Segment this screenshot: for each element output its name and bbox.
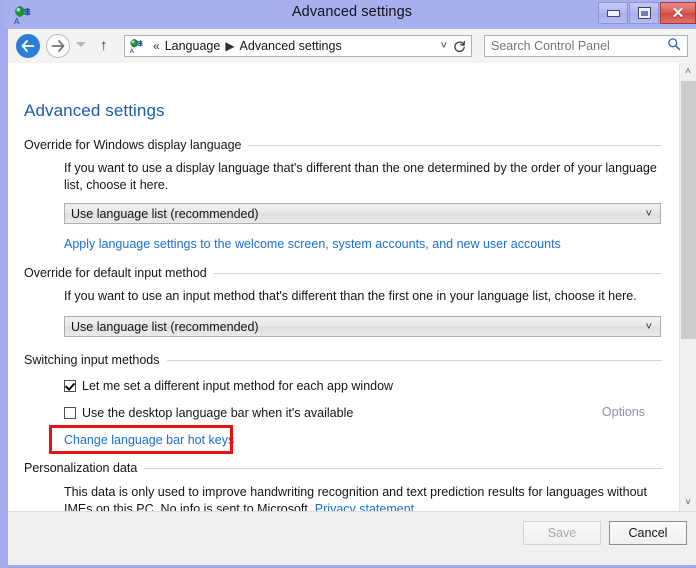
breadcrumb-overflow[interactable]: «	[153, 39, 160, 53]
title-bar: A Advanced settings ✕	[4, 0, 696, 29]
section-label-text: Personalization data	[24, 461, 138, 475]
chevron-down-icon: ˅	[645, 320, 652, 333]
display-language-combo-value: Use language list (recommended)	[71, 206, 259, 221]
checkbox-different-input-method[interactable]	[64, 380, 76, 392]
breadcrumb-separator-icon: ▶	[225, 39, 235, 53]
navigation-bar: ↑ A « Language ▶ Advanced settings ˅	[8, 29, 696, 64]
advanced-settings-window: A Advanced settings ✕ ↑ A « Language ▶ A…	[0, 0, 696, 568]
section-rule	[144, 467, 662, 469]
svg-text:A: A	[130, 47, 135, 54]
checkbox-desktop-language-bar[interactable]	[64, 407, 76, 419]
save-button[interactable]: Save	[523, 521, 601, 545]
maximize-icon	[637, 7, 651, 19]
section-label-text: Override for default input method	[24, 266, 207, 280]
welcome-screen-link-wrap: Apply language settings to the welcome s…	[24, 235, 662, 253]
minimize-button[interactable]	[598, 2, 628, 24]
section-switching-input-methods: Switching input methods	[24, 353, 662, 367]
section-rule	[166, 359, 662, 361]
input-method-combo-wrap: Use language list (recommended) ˅	[24, 316, 662, 337]
checkbox-language-bar-label: Use the desktop language bar when it's a…	[82, 406, 354, 420]
scroll-down-icon[interactable]: ˅	[680, 494, 696, 511]
maximize-button[interactable]	[629, 2, 659, 24]
display-language-description: If you want to use a display language th…	[64, 161, 657, 192]
dialog-footer: Save Cancel	[8, 511, 696, 565]
window-controls: ✕	[597, 2, 696, 27]
section-label: Override for Windows display language	[24, 138, 662, 152]
checkbox-row-desktop-language-bar: Use the desktop language bar when it's a…	[24, 405, 662, 421]
breadcrumb-item-language[interactable]: Language	[165, 39, 221, 53]
refresh-button[interactable]	[448, 35, 472, 57]
display-language-combo-wrap: Use language list (recommended) ˅	[24, 203, 662, 224]
scroll-up-icon[interactable]: ˄	[680, 63, 696, 80]
close-button[interactable]: ✕	[660, 2, 696, 24]
display-language-combobox[interactable]: Use language list (recommended) ˅	[64, 203, 661, 224]
section-display-language: Override for Windows display language	[24, 138, 662, 152]
section-label: Override for default input method	[24, 266, 662, 280]
search-icon[interactable]	[667, 37, 681, 56]
personalization-description-wrap: This data is only used to improve handwr…	[64, 484, 662, 511]
hotkeys-link-wrap: Change language bar hot keys	[24, 431, 662, 449]
section-label: Switching input methods	[24, 353, 662, 367]
section-rule	[213, 272, 662, 274]
default-input-method-description: If you want to use an input method that'…	[64, 289, 637, 303]
section-label-text: Switching input methods	[24, 353, 160, 367]
chevron-down-icon[interactable]	[76, 42, 86, 47]
change-language-bar-hot-keys-link[interactable]: Change language bar hot keys	[64, 433, 234, 447]
back-arrow-icon	[21, 40, 35, 52]
vertical-scrollbar[interactable]: ˄ ˅	[679, 63, 696, 511]
refresh-icon	[454, 40, 465, 52]
privacy-statement-link[interactable]: Privacy statement	[315, 502, 414, 511]
window-title: Advanced settings	[291, 4, 413, 20]
settings-content: Advanced settings Override for Windows d…	[8, 63, 696, 511]
checkbox-language-bar-row[interactable]: Use the desktop language bar when it's a…	[64, 405, 662, 421]
section-personalization-data: Personalization data	[24, 461, 662, 475]
forward-button[interactable]	[46, 34, 70, 58]
section-rule	[248, 144, 662, 146]
close-icon: ✕	[671, 4, 685, 22]
address-chevron-down-icon[interactable]: ˅	[441, 40, 447, 52]
section-label-text: Override for Windows display language	[24, 138, 242, 152]
search-input[interactable]	[485, 38, 667, 54]
breadcrumb-language-icon: A	[128, 38, 144, 55]
search-box[interactable]	[484, 35, 688, 57]
back-button[interactable]	[16, 34, 40, 58]
input-method-combo-value: Use language list (recommended)	[71, 319, 259, 334]
up-one-level-button[interactable]: ↑	[100, 38, 108, 54]
address-bar[interactable]: A « Language ▶ Advanced settings ˅	[124, 35, 454, 57]
language-bar-options-link[interactable]: Options	[602, 405, 645, 419]
section-label: Personalization data	[24, 461, 662, 475]
checkbox-app-window-label: Let me set a different input method for …	[82, 379, 394, 393]
page-title: Advanced settings	[24, 101, 165, 120]
checkbox-row-app-window: Let me set a different input method for …	[24, 378, 662, 394]
breadcrumb-item-advanced-settings[interactable]: Advanced settings	[240, 39, 342, 53]
apply-language-settings-link[interactable]: Apply language settings to the welcome s…	[64, 237, 561, 251]
cancel-button[interactable]: Cancel	[609, 521, 687, 545]
default-input-method-combobox[interactable]: Use language list (recommended) ˅	[64, 316, 661, 337]
section-default-input-method: Override for default input method	[24, 266, 662, 280]
minimize-icon	[606, 9, 620, 17]
forward-arrow-icon	[51, 40, 65, 52]
checkbox-app-window-row[interactable]: Let me set a different input method for …	[64, 378, 662, 394]
chevron-down-icon: ˅	[645, 207, 652, 220]
scrollbar-thumb[interactable]	[681, 81, 696, 339]
